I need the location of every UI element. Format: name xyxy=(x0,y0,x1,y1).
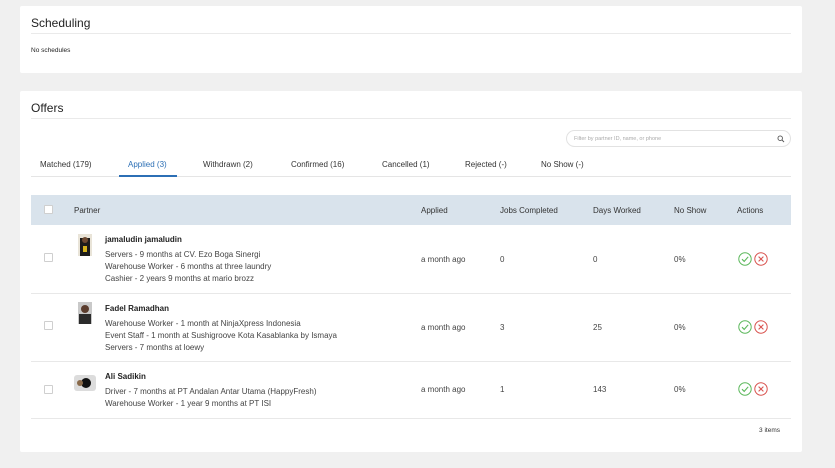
days-worked: 143 xyxy=(593,385,607,394)
row-checkbox[interactable] xyxy=(44,253,53,262)
tab-cancelled[interactable]: Cancelled (1) xyxy=(382,160,430,169)
tab-matched[interactable]: Matched (179) xyxy=(40,160,92,169)
column-jobs-completed[interactable]: Jobs Completed xyxy=(500,206,558,215)
partner-experience: Warehouse Worker - 1 month at NinjaXpres… xyxy=(105,319,301,328)
partner-experience: Driver - 7 months at PT Andalan Antar Ut… xyxy=(105,387,317,396)
no-schedules-text: No schedules xyxy=(31,47,71,54)
reject-icon[interactable] xyxy=(754,252,768,266)
divider xyxy=(31,118,791,119)
scheduling-card: Scheduling No schedules xyxy=(20,6,802,73)
partner-experience: Cashier - 2 years 9 months at mario broz… xyxy=(105,274,254,283)
offers-title: Offers xyxy=(31,101,64,115)
tab-confirmed[interactable]: Confirmed (16) xyxy=(291,160,344,169)
applied-time: a month ago xyxy=(421,323,466,332)
table-row[interactable]: Ali Sadikin Driver - 7 months at PT Anda… xyxy=(31,362,791,419)
column-actions: Actions xyxy=(737,206,764,215)
days-worked: 25 xyxy=(593,323,602,332)
applied-time: a month ago xyxy=(421,385,466,394)
days-worked: 0 xyxy=(593,255,598,264)
jobs-completed: 1 xyxy=(500,385,505,394)
active-tab-indicator xyxy=(119,175,177,177)
avatar xyxy=(78,302,92,324)
partner-name[interactable]: Ali Sadikin xyxy=(105,372,146,381)
applied-time: a month ago xyxy=(421,255,466,264)
partner-experience: Event Staff - 1 month at Sushigroove Kot… xyxy=(105,331,337,340)
reject-icon[interactable] xyxy=(754,382,768,396)
partner-experience: Servers - 9 months at CV. Ezo Boga Siner… xyxy=(105,250,261,259)
jobs-completed: 3 xyxy=(500,323,505,332)
tab-no-show[interactable]: No Show (-) xyxy=(541,160,584,169)
column-days-worked[interactable]: Days Worked xyxy=(593,206,641,215)
column-no-show[interactable]: No Show xyxy=(674,206,706,215)
accept-icon[interactable] xyxy=(738,382,752,396)
no-show-rate: 0% xyxy=(674,323,686,332)
no-show-rate: 0% xyxy=(674,255,686,264)
partner-filter[interactable] xyxy=(566,130,791,147)
avatar xyxy=(78,234,92,256)
table-row[interactable]: jamaludin jamaludin Servers - 9 months a… xyxy=(31,225,791,294)
tab-withdrawn[interactable]: Withdrawn (2) xyxy=(203,160,253,169)
partner-experience: Servers - 7 months at loewy xyxy=(105,343,205,352)
row-checkbox[interactable] xyxy=(44,385,53,394)
tab-applied[interactable]: Applied (3) xyxy=(128,160,167,169)
table-row[interactable]: Fadel Ramadhan Warehouse Worker - 1 mont… xyxy=(31,294,791,362)
partner-experience: Warehouse Worker - 1 year 9 months at PT… xyxy=(105,399,272,408)
avatar xyxy=(74,375,96,391)
partner-experience: Warehouse Worker - 6 months at three lau… xyxy=(105,262,272,271)
column-partner[interactable]: Partner xyxy=(74,206,100,215)
table-header: Partner Applied Jobs Completed Days Work… xyxy=(31,195,791,225)
partner-name[interactable]: jamaludin jamaludin xyxy=(105,235,182,244)
tab-rejected[interactable]: Rejected (-) xyxy=(465,160,507,169)
accept-icon[interactable] xyxy=(738,320,752,334)
items-count: 3 items xyxy=(759,427,780,434)
reject-icon[interactable] xyxy=(754,320,768,334)
row-checkbox[interactable] xyxy=(44,321,53,330)
search-icon[interactable] xyxy=(777,135,785,143)
jobs-completed: 0 xyxy=(500,255,505,264)
scheduling-title: Scheduling xyxy=(31,16,91,30)
select-all-checkbox[interactable] xyxy=(44,205,53,214)
partner-filter-input[interactable] xyxy=(574,134,769,144)
accept-icon[interactable] xyxy=(738,252,752,266)
column-applied[interactable]: Applied xyxy=(421,206,448,215)
offers-tabs: Matched (179) Applied (3) Withdrawn (2) … xyxy=(31,154,791,177)
offers-card: Offers Matched (179) Applied (3) Withdra… xyxy=(20,91,802,452)
no-show-rate: 0% xyxy=(674,385,686,394)
divider xyxy=(31,33,791,34)
partner-name[interactable]: Fadel Ramadhan xyxy=(105,304,169,313)
